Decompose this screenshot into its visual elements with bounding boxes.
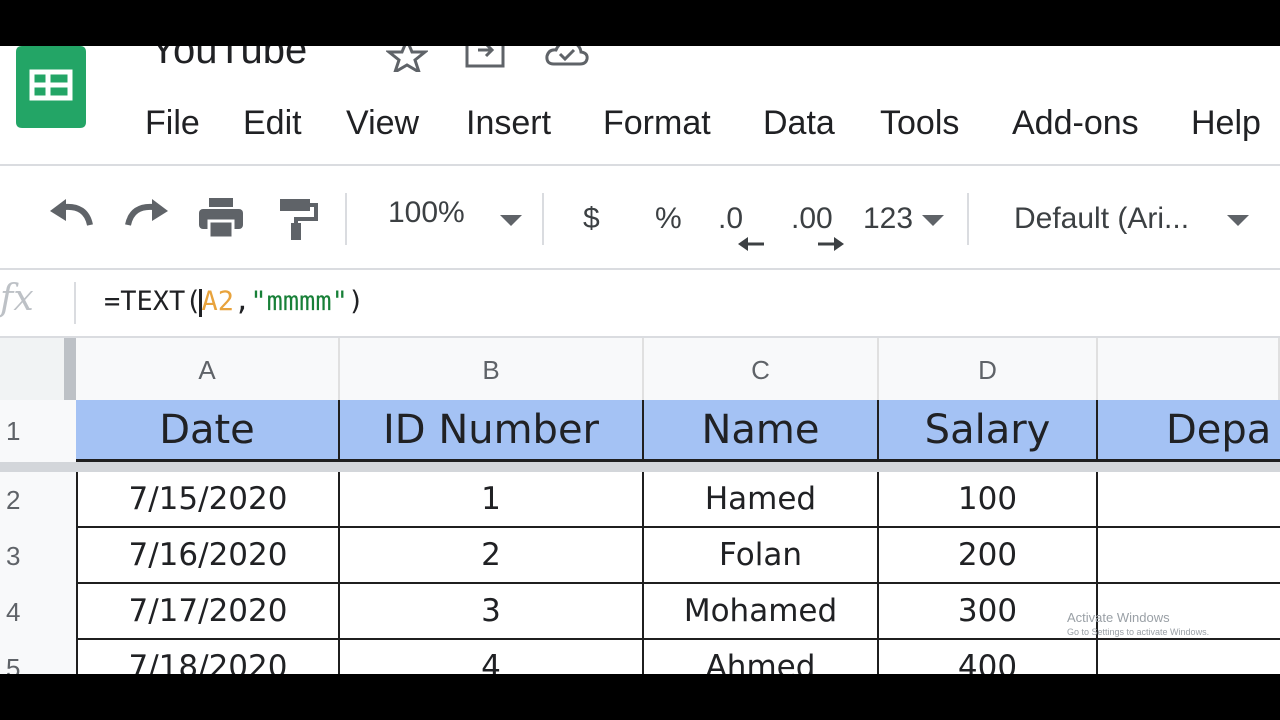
menu-separator: [0, 164, 1280, 166]
column-header-e[interactable]: [1098, 338, 1280, 402]
menu-view[interactable]: View: [346, 98, 419, 148]
header-cell-salary[interactable]: Salary: [879, 400, 1098, 462]
cell-d5[interactable]: 400: [879, 640, 1098, 674]
column-header-a[interactable]: A: [76, 338, 340, 402]
header-cell-id-number[interactable]: ID Number: [340, 400, 644, 462]
menu-file[interactable]: File: [145, 98, 200, 148]
redo-icon[interactable]: [124, 197, 170, 237]
formula-input[interactable]: =TEXT(A2,"mmmm"): [104, 282, 364, 322]
cell-b5[interactable]: 4: [340, 640, 644, 674]
header-cell-name[interactable]: Name: [644, 400, 879, 462]
cloud-status-icon[interactable]: [544, 46, 590, 70]
cell-c3[interactable]: Folan: [644, 528, 879, 584]
cell-a4[interactable]: 7/17/2020: [76, 584, 340, 640]
zoom-caret-icon[interactable]: [500, 215, 522, 226]
column-header-d[interactable]: D: [879, 338, 1098, 402]
font-select[interactable]: Default (Ari...: [1014, 199, 1189, 239]
toolbar-divider: [967, 193, 969, 245]
row-header-2[interactable]: 2: [0, 472, 76, 528]
paint-format-icon[interactable]: [278, 197, 318, 241]
cell-d3[interactable]: 200: [879, 528, 1098, 584]
menu-help[interactable]: Help: [1191, 98, 1261, 148]
cell-a5[interactable]: 7/18/2020: [76, 640, 340, 674]
row-header-3[interactable]: 3: [0, 528, 76, 584]
arrow-right-icon: [818, 237, 844, 251]
formula-cell-reference: A2: [201, 286, 235, 317]
freeze-handle[interactable]: [64, 338, 76, 402]
cell-e3[interactable]: [1098, 528, 1280, 584]
column-header-c[interactable]: C: [644, 338, 879, 402]
arrow-left-icon: [738, 237, 764, 251]
formula-string-argument: "mmmm": [250, 286, 348, 317]
sheets-logo-icon[interactable]: [16, 46, 86, 128]
toolbar-divider: [542, 193, 544, 245]
column-header-row: A B C D: [0, 336, 1280, 402]
cell-b3[interactable]: 2: [340, 528, 644, 584]
watermark-title: Activate Windows: [1067, 610, 1170, 625]
sheets-app: YouTube File Edit View Insert Format Dat…: [0, 46, 1280, 674]
menu-edit[interactable]: Edit: [243, 98, 302, 148]
menu-format[interactable]: Format: [603, 98, 711, 148]
row-header-1[interactable]: 1: [0, 400, 76, 462]
menu-tools[interactable]: Tools: [880, 98, 959, 148]
formula-prefix: =TEXT(: [104, 286, 202, 317]
menu-add-ons[interactable]: Add-ons: [1012, 98, 1139, 148]
cell-c4[interactable]: Mohamed: [644, 584, 879, 640]
letterbox-top: [0, 0, 1280, 46]
document-title[interactable]: YouTube: [150, 46, 307, 80]
cell-e5[interactable]: [1098, 640, 1280, 674]
format-percent-button[interactable]: %: [655, 199, 682, 239]
cell-d2[interactable]: 100: [879, 472, 1098, 528]
header-cell-date[interactable]: Date: [76, 400, 340, 462]
formula-separator: ,: [234, 286, 251, 317]
formula-divider: [74, 282, 76, 324]
fx-icon: fx: [0, 278, 34, 319]
watermark-subtitle: Go to Settings to activate Windows.: [1067, 627, 1210, 637]
cell-a3[interactable]: 7/16/2020: [76, 528, 340, 584]
cell-e2[interactable]: [1098, 472, 1280, 528]
cell-b4[interactable]: 3: [340, 584, 644, 640]
cell-a2[interactable]: 7/15/2020: [76, 472, 340, 528]
letterbox-bottom: [0, 674, 1280, 720]
increase-decimal-button[interactable]: .00: [791, 199, 833, 239]
frozen-row-divider[interactable]: [0, 462, 1280, 472]
activate-windows-watermark: Activate Windows Go to Settings to activ…: [1067, 610, 1209, 637]
font-caret-icon[interactable]: [1227, 215, 1249, 226]
cell-c5[interactable]: Ahmed: [644, 640, 879, 674]
toolbar: 100% $ % .0 .00 123 Default (Ari...: [0, 171, 1280, 267]
formula-bar: fx =TEXT(A2,"mmmm"): [0, 270, 1280, 336]
cell-b2[interactable]: 1: [340, 472, 644, 528]
print-icon[interactable]: [198, 197, 244, 239]
more-formats-caret-icon[interactable]: [922, 215, 944, 226]
cell-d4[interactable]: 300: [879, 584, 1098, 640]
row-header-5[interactable]: 5: [0, 640, 76, 674]
toolbar-divider: [345, 193, 347, 245]
formula-suffix: ): [347, 286, 365, 317]
zoom-select[interactable]: 100%: [388, 193, 465, 233]
more-formats-button[interactable]: 123: [863, 199, 913, 239]
row-header-4[interactable]: 4: [0, 584, 76, 640]
menu-insert[interactable]: Insert: [466, 98, 551, 148]
format-currency-button[interactable]: $: [583, 199, 600, 239]
undo-icon[interactable]: [48, 197, 94, 237]
star-icon[interactable]: [386, 46, 428, 72]
decrease-decimal-button[interactable]: .0: [718, 199, 743, 239]
cell-c2[interactable]: Hamed: [644, 472, 879, 528]
move-to-folder-icon[interactable]: [464, 46, 506, 70]
header-cell-department[interactable]: Depa: [1098, 400, 1280, 462]
column-header-b[interactable]: B: [340, 338, 644, 402]
menu-data[interactable]: Data: [763, 98, 835, 148]
